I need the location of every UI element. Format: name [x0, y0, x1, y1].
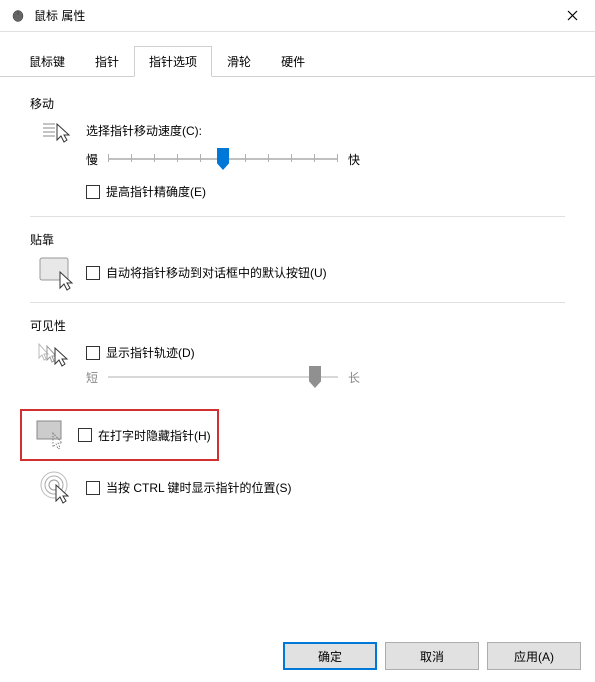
trails-icon: [30, 342, 86, 372]
dialog-buttons: 确定 取消 应用(A): [283, 642, 581, 670]
snap-checkbox[interactable]: [86, 266, 100, 280]
tab-pointer[interactable]: 指针: [80, 46, 134, 76]
snap-group-label: 贴靠: [30, 231, 565, 248]
tab-mouse-keys[interactable]: 鼠标键: [14, 46, 80, 76]
hide-typing-checkbox[interactable]: [78, 428, 92, 442]
tab-hardware[interactable]: 硬件: [266, 46, 320, 76]
snap-icon: [30, 256, 86, 292]
ctrl-locate-label: 当按 CTRL 键时显示指针的位置(S): [106, 479, 292, 496]
trails-short-label: 短: [86, 369, 98, 386]
hide-typing-label: 在打字时隐藏指针(H): [98, 427, 211, 444]
speed-label: 选择指针移动速度(C):: [86, 122, 565, 139]
speed-slider[interactable]: [108, 149, 338, 169]
cancel-button[interactable]: 取消: [385, 642, 479, 670]
window-title: 鼠标 属性: [34, 7, 549, 24]
snap-label: 自动将指针移动到对话框中的默认按钮(U): [106, 264, 327, 281]
visibility-group-label: 可见性: [30, 317, 565, 334]
precision-label: 提高指针精确度(E): [106, 183, 206, 200]
trails-slider-thumb: [309, 366, 321, 388]
trails-long-label: 长: [348, 369, 360, 386]
speed-slow-label: 慢: [86, 151, 98, 168]
titlebar: 鼠标 属性: [0, 0, 595, 32]
speed-fast-label: 快: [348, 151, 360, 168]
close-button[interactable]: [549, 0, 595, 32]
trails-slider: [108, 367, 338, 387]
ok-button[interactable]: 确定: [283, 642, 377, 670]
tab-strip: 鼠标键 指针 指针选项 滑轮 硬件: [0, 32, 595, 77]
ctrl-locate-icon: [30, 471, 86, 507]
tab-wheel[interactable]: 滑轮: [212, 46, 266, 76]
apply-button[interactable]: 应用(A): [487, 642, 581, 670]
trails-label: 显示指针轨迹(D): [106, 344, 195, 361]
speed-slider-thumb[interactable]: [217, 148, 229, 170]
mouse-icon: [10, 10, 26, 22]
precision-checkbox[interactable]: [86, 185, 100, 199]
trails-checkbox[interactable]: [86, 346, 100, 360]
tab-pointer-options[interactable]: 指针选项: [134, 46, 212, 77]
motion-group-label: 移动: [30, 95, 565, 112]
highlight-box: 在打字时隐藏指针(H): [20, 409, 219, 461]
motion-icon: [30, 120, 86, 148]
tab-content: 移动 选择指针移动速度(C): 慢: [0, 77, 595, 525]
hide-typing-icon: [28, 419, 78, 451]
ctrl-locate-checkbox[interactable]: [86, 481, 100, 495]
